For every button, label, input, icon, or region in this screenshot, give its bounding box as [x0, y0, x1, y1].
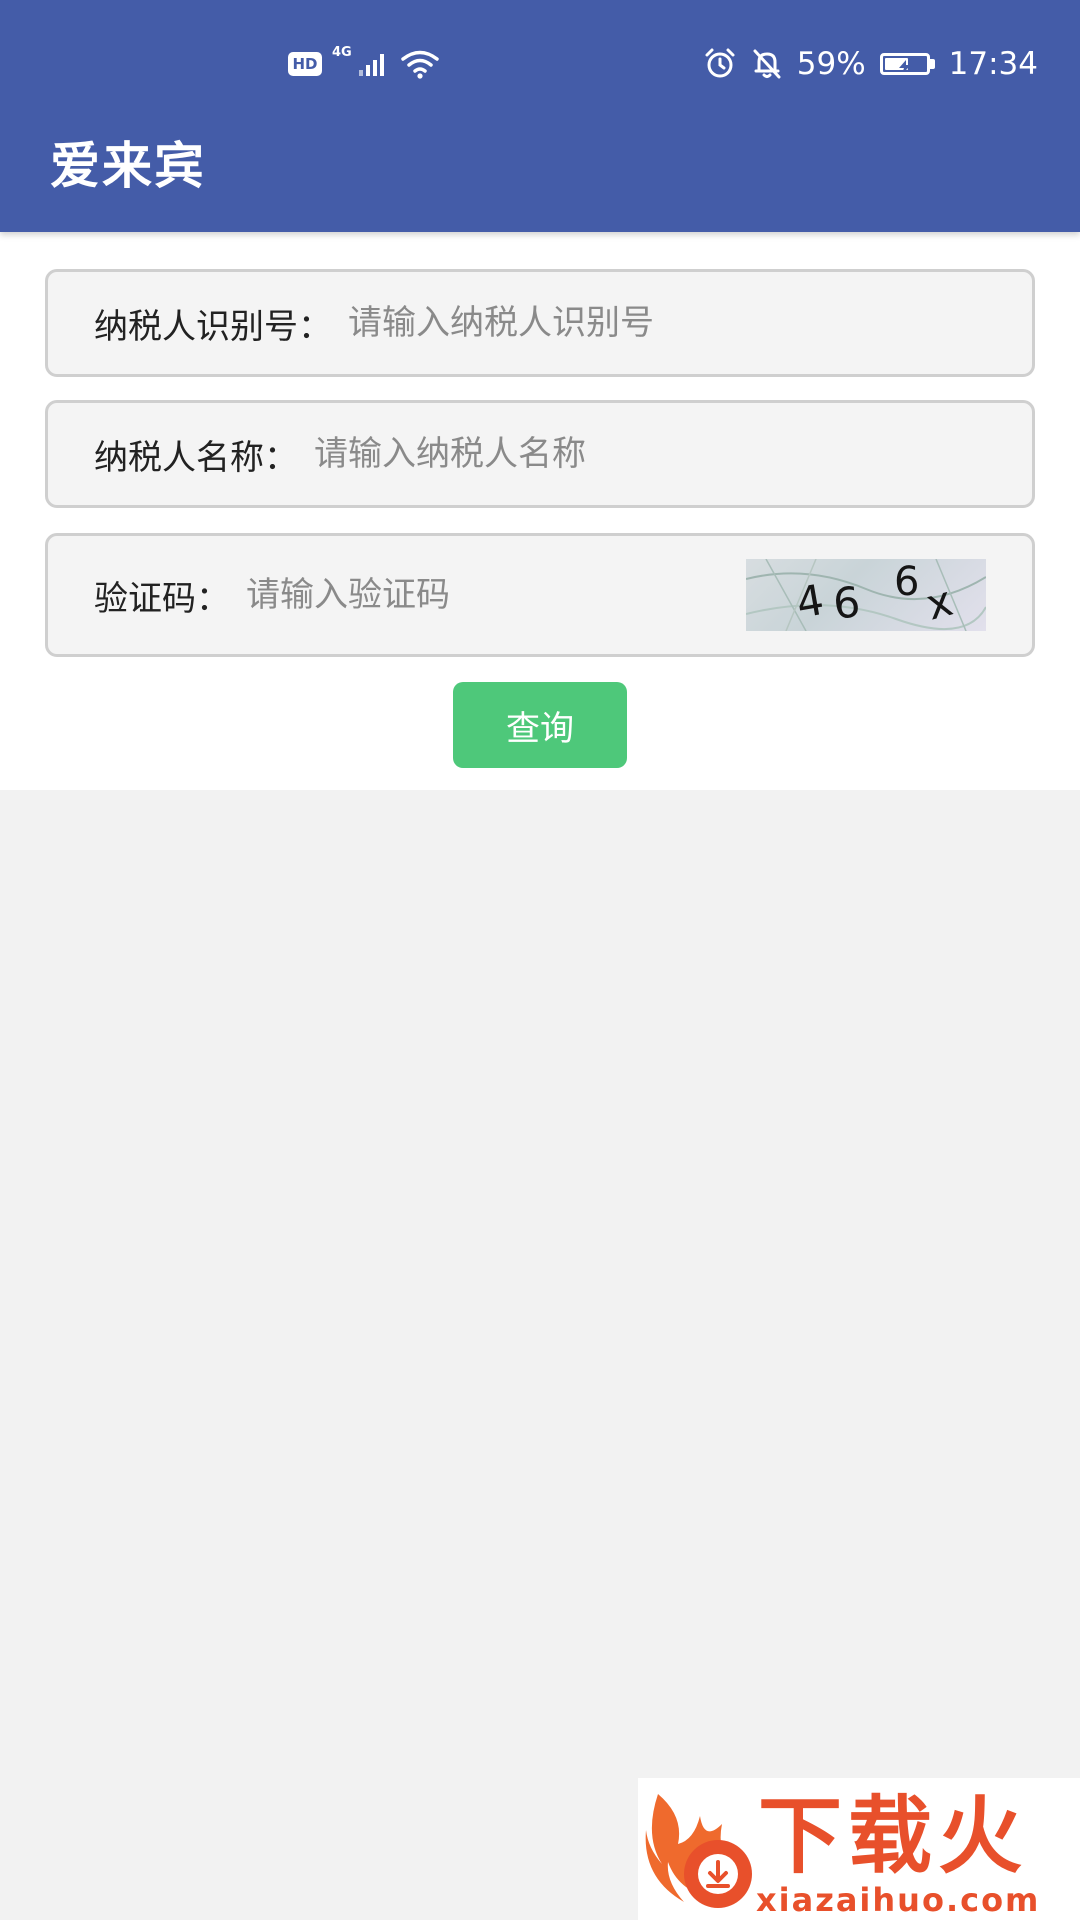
charging-bolt-icon	[895, 56, 915, 72]
watermark: 下载火 xiazaihuo.com	[638, 1778, 1080, 1920]
app-header: HD 4G 59% 17:34 爱来宾	[0, 0, 1080, 232]
watermark-text: 下载火	[758, 1787, 1029, 1885]
taxpayer-name-input[interactable]	[314, 434, 1032, 474]
svg-text:x: x	[921, 576, 958, 630]
taxpayer-name-label: 纳税人名称：	[94, 437, 298, 478]
clock: 17:34	[948, 46, 1038, 82]
flame-logo-icon	[644, 1786, 754, 1920]
query-form: 纳税人识别号： 纳税人名称： 验证码： 4 6 6 x 查询	[0, 232, 1080, 790]
status-bar: HD 4G 59% 17:34	[0, 0, 1080, 110]
taxpayer-name-field: 纳税人名称：	[45, 400, 1035, 508]
battery-icon	[879, 53, 935, 75]
taxpayer-id-input[interactable]	[348, 303, 1032, 343]
taxpayer-id-label: 纳税人识别号：	[94, 306, 332, 347]
svg-text:6: 6	[831, 577, 863, 629]
taxpayer-id-field: 纳税人识别号：	[45, 269, 1035, 377]
signal-icon	[358, 50, 390, 78]
wifi-icon	[400, 49, 440, 79]
app-title: 爱来宾	[50, 137, 206, 195]
status-right-icons: 59% 17:34	[703, 40, 1038, 88]
captcha-input[interactable]	[246, 575, 746, 615]
network-type-label: 4G	[332, 45, 352, 60]
captcha-label: 验证码：	[94, 578, 230, 619]
battery-percent: 59%	[796, 46, 866, 82]
battery-cap	[929, 59, 935, 69]
status-left-icons: HD 4G	[288, 44, 440, 84]
alarm-icon	[703, 47, 737, 81]
battery-body	[879, 53, 930, 75]
query-button[interactable]: 查询	[453, 682, 627, 768]
svg-text:4: 4	[793, 575, 828, 628]
bell-off-icon	[751, 47, 783, 81]
svg-text:6: 6	[894, 559, 919, 605]
captcha-field: 验证码： 4 6 6 x	[45, 533, 1035, 657]
hd-icon: HD	[288, 52, 322, 76]
watermark-domain: xiazaihuo.com	[756, 1881, 1041, 1919]
captcha-image[interactable]: 4 6 6 x	[745, 558, 987, 632]
